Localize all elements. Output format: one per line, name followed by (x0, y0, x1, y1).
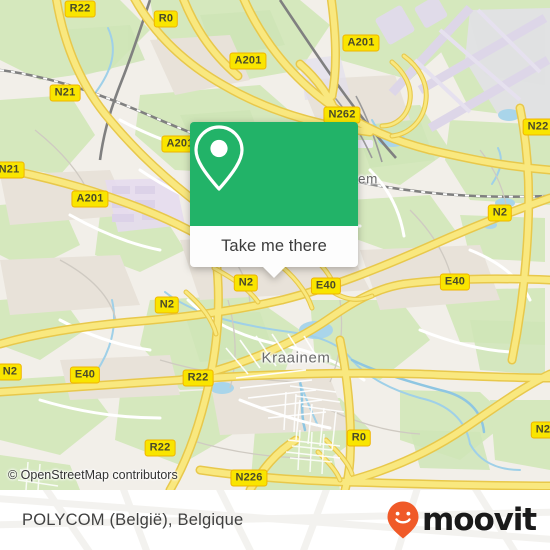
road-shield: E40 (69, 366, 101, 384)
road-shield: E40 (439, 273, 471, 291)
road-shield: R0 (153, 10, 179, 28)
moovit-brand[interactable]: moovit (386, 500, 537, 540)
road-shield: R22 (182, 369, 214, 387)
road-shield: N262 (323, 106, 361, 124)
osm-attribution: © OpenStreetMap contributors (8, 468, 178, 482)
map-screenshot: R22 R0 A201 A201 N21 N262 N22 N21 A201 A… (0, 0, 550, 550)
road-shield: N2 (0, 363, 23, 381)
road-shield: R22 (64, 0, 96, 18)
location-callout-card[interactable]: Take me there (190, 122, 358, 278)
road-shield: N21 (0, 161, 25, 179)
road-shield: A201 (342, 34, 380, 52)
map-pin-icon (194, 125, 244, 191)
map-canvas[interactable]: R22 R0 A201 A201 N21 N262 N22 N21 A201 A… (0, 0, 550, 490)
place-label-partial: em (358, 171, 378, 187)
callout-pointer-arrow (263, 267, 285, 278)
road-shield: N2 (487, 204, 513, 222)
moovit-wordmark: moovit (422, 501, 537, 538)
take-me-there-button[interactable]: Take me there (221, 237, 327, 256)
callout-marker-area (190, 122, 358, 226)
place-label-kraainem: Kraainem (261, 349, 331, 367)
location-title: POLYCOM (België), Belgique (22, 510, 244, 529)
road-shield: N2 (233, 274, 259, 292)
road-shield: E40 (310, 277, 342, 295)
road-shield: N2 (530, 421, 550, 439)
footer-bar: POLYCOM (België), Belgique moovit (0, 490, 550, 550)
road-shield: R0 (346, 429, 372, 447)
road-shield: A201 (71, 190, 109, 208)
road-shield: N21 (49, 84, 81, 102)
road-shield: R22 (144, 439, 176, 457)
callout-action-area[interactable]: Take me there (190, 226, 358, 278)
road-shield: N226 (230, 469, 268, 487)
road-shield: N2 (154, 296, 180, 314)
road-shield: A201 (229, 52, 267, 70)
road-shield: N22 (522, 118, 550, 136)
moovit-smiley-pin-icon (387, 501, 419, 539)
